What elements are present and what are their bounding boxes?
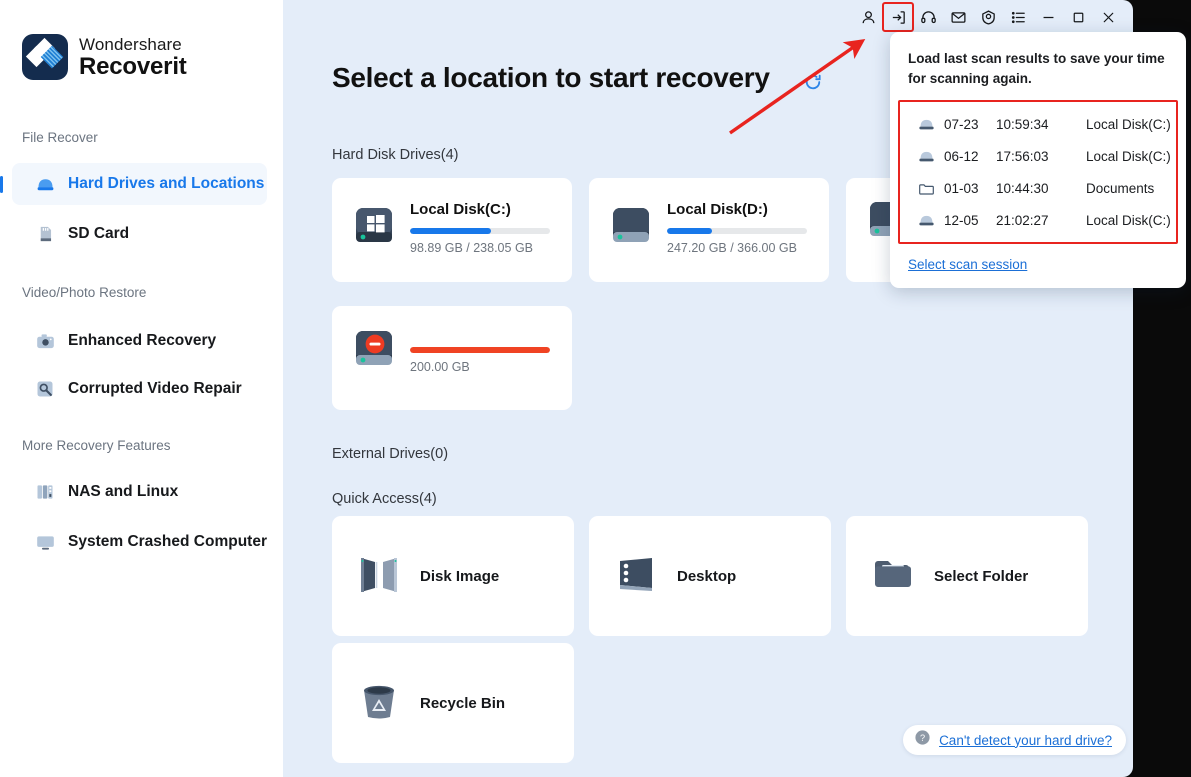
quick-access-card-desktop[interactable]: Desktop — [589, 516, 831, 636]
drive-icon — [918, 213, 938, 228]
sidebar-group-label-file-recover: File Recover — [22, 130, 98, 145]
quick-access-label: Recycle Bin — [420, 694, 506, 712]
scan-session-date: 01-03 — [944, 180, 979, 196]
scan-session-date: 07-23 — [944, 116, 979, 132]
section-label-quick-access: Quick Access(4) — [332, 491, 437, 507]
brand-name-top: Wondershare — [79, 34, 182, 54]
scan-session-row[interactable]: 07-23 10:59:34 Local Disk(C:) — [900, 108, 1176, 140]
scan-session-time: 21:02:27 — [996, 212, 1049, 228]
drive-icon — [918, 117, 938, 132]
scan-session-target: Local Disk(C:) — [1086, 116, 1171, 132]
sidebar-item-hard-drives-and-locations[interactable]: Hard Drives and Locations — [0, 163, 267, 205]
disk-error-icon — [352, 328, 396, 373]
folder-outline-icon — [918, 181, 938, 196]
drive-usage-bar — [410, 347, 550, 353]
shield-award-icon[interactable] — [973, 3, 1003, 31]
drive-name: Local Disk(D:) — [667, 201, 768, 218]
sidebar-group-label-more-recovery-features: More Recovery Features — [22, 438, 171, 453]
scan-session-time: 10:59:34 — [996, 116, 1049, 132]
brand-name-product: Recoverit — [79, 52, 187, 80]
drive-size-text: 247.20 GB / 366.00 GB — [667, 241, 797, 255]
drive-icon — [918, 149, 938, 164]
sidebar-item-system-crashed-computer[interactable]: System Crashed Computer — [12, 521, 267, 563]
recycle-bin-icon — [356, 679, 402, 728]
scan-session-date: 12-05 — [944, 212, 979, 228]
scan-session-target: Local Disk(C:) — [1086, 212, 1171, 228]
help-link-pill[interactable]: ? Can't detect your hard drive? — [903, 725, 1126, 755]
quick-access-label: Desktop — [677, 567, 737, 585]
drive-card-local-disk-c[interactable]: Local Disk(C:) 98.89 GB / 238.05 GB — [332, 178, 572, 282]
desktop-icon — [613, 552, 659, 601]
sidebar-item-nas-and-linux[interactable]: NAS and Linux — [12, 471, 267, 513]
menu-list-icon[interactable] — [1003, 3, 1033, 31]
scan-session-target: Local Disk(C:) — [1086, 148, 1171, 164]
monitor-icon — [34, 531, 56, 553]
drive-card-unallocated[interactable]: 200.00 GB — [332, 306, 572, 410]
drive-size-text: 200.00 GB — [410, 360, 470, 374]
minimize-icon[interactable] — [1033, 3, 1063, 31]
wrench-search-icon — [34, 378, 56, 400]
section-label-hard-disk-drives: Hard Disk Drives(4) — [332, 147, 459, 163]
folder-icon — [870, 552, 916, 601]
camera-icon — [34, 330, 56, 352]
svg-text:?: ? — [920, 733, 925, 743]
sidebar-item-label: System Crashed Computer — [68, 533, 267, 550]
drive-size-text: 98.89 GB / 238.05 GB — [410, 241, 533, 255]
sidebar-item-sd-card[interactable]: SD Card — [12, 213, 267, 255]
select-scan-session-link[interactable]: Select scan session — [908, 257, 1027, 272]
sidebar-item-label: NAS and Linux — [68, 483, 179, 500]
screen: Wondershare Recoverit File Recover Hard … — [0, 0, 1191, 777]
close-icon[interactable] — [1093, 3, 1123, 31]
wondershare-logo-icon — [22, 34, 68, 80]
window-titlebar — [853, 0, 1133, 34]
help-link-label[interactable]: Can't detect your hard drive? — [939, 733, 1112, 748]
windows-disk-icon — [352, 205, 396, 250]
scan-session-date: 06-12 — [944, 148, 979, 164]
sidebar-group-label-video-photo-restore: Video/Photo Restore — [22, 285, 147, 300]
drive-usage-bar — [410, 228, 550, 234]
scan-session-time: 17:56:03 — [996, 148, 1049, 164]
sidebar-item-enhanced-recovery[interactable]: Enhanced Recovery — [12, 320, 267, 362]
sidebar-item-label: Enhanced Recovery — [68, 332, 217, 349]
sidebar-item-label: Hard Drives and Locations — [68, 175, 265, 192]
page-title: Select a location to start recovery — [332, 62, 770, 93]
scan-history-popover: Load last scan results to save your time… — [890, 32, 1186, 289]
sidebar: Wondershare Recoverit File Recover Hard … — [0, 0, 283, 777]
sidebar-item-label: Corrupted Video Repair — [68, 380, 242, 397]
quick-access-card-select-folder[interactable]: Select Folder — [846, 516, 1088, 636]
drive-card-local-disk-d[interactable]: Local Disk(D:) 247.20 GB / 366.00 GB — [589, 178, 829, 282]
server-icon — [34, 481, 56, 503]
quick-access-card-disk-image[interactable]: Disk Image — [332, 516, 574, 636]
drive-usage-bar — [667, 228, 807, 234]
section-label-external-drives: External Drives(0) — [332, 446, 449, 462]
drive-usage-bar-fill — [667, 228, 712, 234]
refresh-icon[interactable] — [803, 72, 823, 97]
disk-icon — [609, 205, 653, 250]
drive-usage-bar-fill — [410, 228, 492, 234]
question-mark-icon: ? — [914, 729, 931, 751]
mail-icon[interactable] — [943, 3, 973, 31]
sd-card-icon — [34, 223, 56, 245]
import-scan-icon[interactable] — [882, 2, 914, 32]
quick-access-label: Select Folder — [934, 567, 1029, 585]
scan-session-row[interactable]: 12-05 21:02:27 Local Disk(C:) — [900, 204, 1176, 236]
brand-logo-block: Wondershare Recoverit — [0, 0, 283, 80]
sidebar-item-label: SD Card — [68, 225, 130, 242]
popover-headline: Load last scan results to save your time… — [908, 51, 1165, 86]
maximize-icon[interactable] — [1063, 3, 1093, 31]
drive-usage-bar-fill — [410, 347, 550, 353]
hard-drive-icon — [34, 173, 56, 195]
quick-access-label: Disk Image — [420, 567, 500, 585]
sidebar-item-corrupted-video-repair[interactable]: Corrupted Video Repair — [12, 368, 267, 410]
account-icon[interactable] — [853, 3, 883, 31]
scan-session-row[interactable]: 06-12 17:56:03 Local Disk(C:) — [900, 140, 1176, 172]
scan-session-list: 07-23 10:59:34 Local Disk(C:) 06-12 17:5… — [898, 100, 1178, 245]
quick-access-card-recycle-bin[interactable]: Recycle Bin — [332, 643, 574, 763]
scan-session-time: 10:44:30 — [996, 180, 1049, 196]
scan-session-row[interactable]: 01-03 10:44:30 Documents — [900, 172, 1176, 204]
headset-support-icon[interactable] — [913, 3, 943, 31]
disk-image-icon — [356, 552, 402, 601]
scan-session-target: Documents — [1086, 180, 1155, 196]
drive-name: Local Disk(C:) — [410, 201, 511, 218]
